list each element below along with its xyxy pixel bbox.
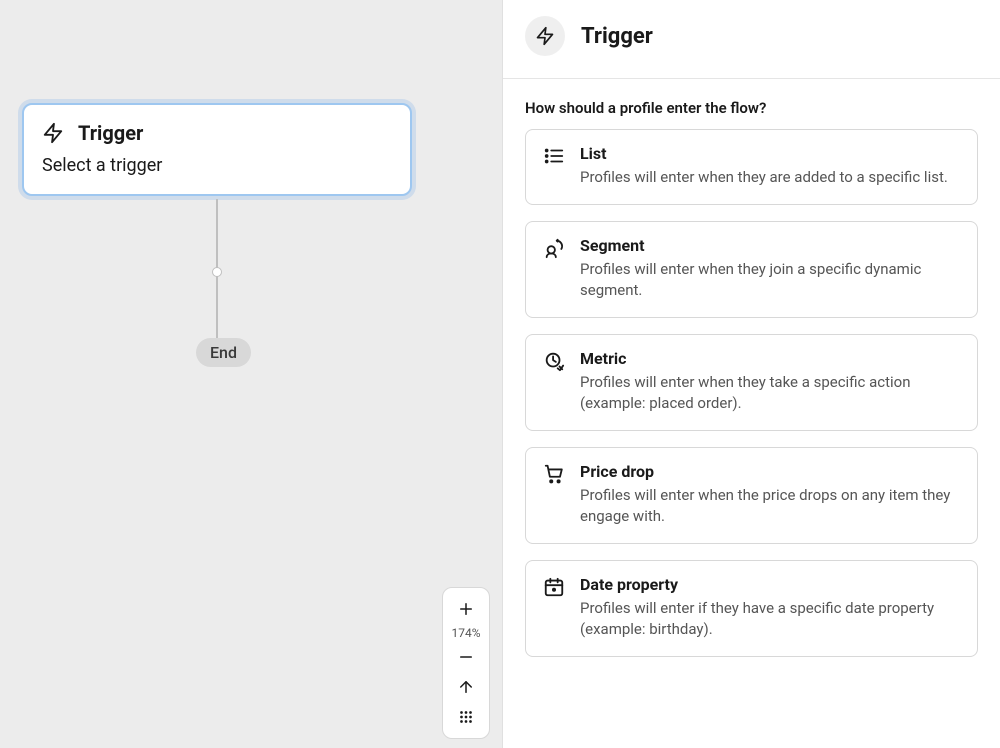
panel-title: Trigger <box>581 24 653 49</box>
option-title: Price drop <box>580 462 961 481</box>
flow-canvas[interactable]: Trigger Select a trigger End 174% <box>0 0 502 748</box>
zoom-level: 174% <box>451 624 480 642</box>
trigger-node-subtitle: Select a trigger <box>42 155 392 176</box>
option-text: Metric Profiles will enter when they tak… <box>580 349 961 414</box>
trigger-node-header: Trigger <box>42 121 392 145</box>
panel-header: Trigger <box>503 0 1000 79</box>
bolt-icon <box>525 16 565 56</box>
option-title: Segment <box>580 236 961 255</box>
option-text: Segment Profiles will enter when they jo… <box>580 236 961 301</box>
panel-body: How should a profile enter the flow? Lis… <box>503 79 1000 683</box>
connector-dot[interactable] <box>212 267 222 277</box>
date-property-icon <box>542 575 566 640</box>
option-desc: Profiles will enter when they are added … <box>580 167 961 188</box>
trigger-option-metric[interactable]: Metric Profiles will enter when they tak… <box>525 334 978 431</box>
end-badge: End <box>196 338 251 367</box>
list-icon <box>542 144 566 188</box>
price-drop-icon <box>542 462 566 527</box>
option-desc: Profiles will enter when the price drops… <box>580 485 961 527</box>
zoom-panel: 174% <box>442 587 490 739</box>
trigger-side-panel: Trigger How should a profile enter the f… <box>502 0 1000 748</box>
segment-icon <box>542 236 566 301</box>
grid-handle-button[interactable] <box>443 702 489 732</box>
option-desc: Profiles will enter when they take a spe… <box>580 372 961 414</box>
metric-icon <box>542 349 566 414</box>
option-title: Date property <box>580 575 961 594</box>
panel-question: How should a profile enter the flow? <box>525 99 978 117</box>
fit-view-button[interactable] <box>443 672 489 702</box>
bolt-icon <box>42 122 64 144</box>
trigger-node-title: Trigger <box>78 121 143 145</box>
option-text: Date property Profiles will enter if the… <box>580 575 961 640</box>
zoom-in-button[interactable] <box>443 594 489 624</box>
trigger-option-segment[interactable]: Segment Profiles will enter when they jo… <box>525 221 978 318</box>
trigger-option-price-drop[interactable]: Price drop Profiles will enter when the … <box>525 447 978 544</box>
trigger-option-date-property[interactable]: Date property Profiles will enter if the… <box>525 560 978 657</box>
option-text: Price drop Profiles will enter when the … <box>580 462 961 527</box>
option-title: List <box>580 144 961 163</box>
zoom-out-button[interactable] <box>443 642 489 672</box>
option-desc: Profiles will enter when they join a spe… <box>580 259 961 301</box>
trigger-option-list[interactable]: List Profiles will enter when they are a… <box>525 129 978 205</box>
trigger-node[interactable]: Trigger Select a trigger <box>22 103 412 196</box>
option-text: List Profiles will enter when they are a… <box>580 144 961 188</box>
option-desc: Profiles will enter if they have a speci… <box>580 598 961 640</box>
option-title: Metric <box>580 349 961 368</box>
